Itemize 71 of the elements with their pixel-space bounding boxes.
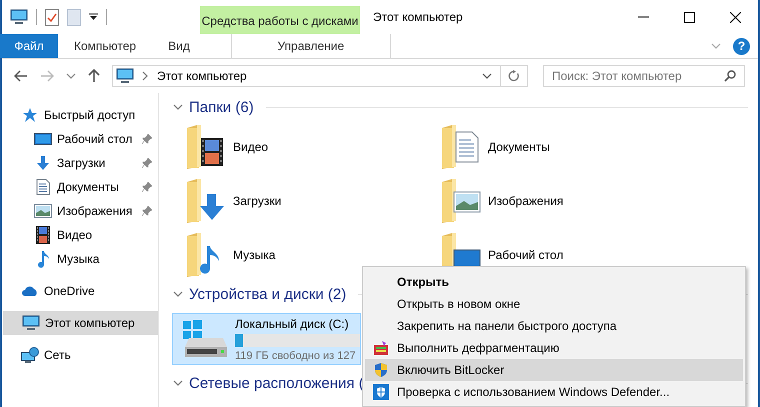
computer-icon xyxy=(22,315,40,331)
folder-item[interactable]: Видео xyxy=(185,120,268,174)
folder-item[interactable]: Изображения xyxy=(440,174,564,228)
star-icon xyxy=(22,107,38,123)
chevron-right-icon[interactable] xyxy=(142,71,149,81)
menu-item[interactable]: Включить BitLocker xyxy=(365,359,743,381)
chevron-down-icon[interactable] xyxy=(173,104,183,111)
search-field[interactable]: Поиск: Этот компьютер xyxy=(543,65,745,87)
maximize-icon xyxy=(684,12,694,22)
cloud-icon xyxy=(21,285,39,297)
folder-item[interactable]: Музыка xyxy=(185,228,276,282)
menu-item[interactable]: Выполнить дефрагментацию xyxy=(365,337,743,359)
chevron-down-icon[interactable] xyxy=(66,72,76,80)
menu-item[interactable]: Открыть в новом окне xyxy=(365,293,743,315)
contextual-tab-group: Средства работы с дисками xyxy=(200,6,360,34)
defrag-icon xyxy=(373,340,389,356)
sidebar-item[interactable]: Документы xyxy=(2,175,158,199)
pin-icon[interactable] xyxy=(142,134,152,144)
window-title: Этот компьютер xyxy=(372,9,464,26)
drive-tile[interactable]: Локальный диск (C:) 119 ГБ свободно из 127 xyxy=(172,313,361,365)
folder-item[interactable]: Документы xyxy=(440,120,550,174)
sidebar-item[interactable]: OneDrive xyxy=(2,279,158,303)
sidebar-item[interactable]: Быстрый доступ xyxy=(2,103,158,127)
pin-icon[interactable] xyxy=(142,158,152,168)
pin-icon[interactable] xyxy=(142,182,152,192)
section-header[interactable]: Папки (6) xyxy=(189,99,254,116)
folder-item[interactable]: Загрузки xyxy=(185,174,282,228)
close-icon xyxy=(730,12,740,22)
down-arrow-icon xyxy=(35,155,51,171)
properties-icon[interactable] xyxy=(45,8,59,26)
refresh-icon[interactable] xyxy=(508,70,520,82)
search-icon[interactable] xyxy=(724,70,736,82)
sidebar-item[interactable]: Сеть xyxy=(2,343,158,367)
desktop-icon xyxy=(34,132,52,146)
ribbon-tab[interactable]: Файл xyxy=(0,34,58,58)
back-icon[interactable] xyxy=(14,70,28,82)
chevron-down-icon[interactable] xyxy=(173,380,183,387)
pin-icon[interactable] xyxy=(142,206,152,216)
up-arrow-icon[interactable] xyxy=(88,69,100,83)
ribbon-tab[interactable]: Управление xyxy=(230,34,391,58)
menu-item[interactable]: Закрепить на панели быстрого доступа xyxy=(365,315,743,337)
sidebar-item[interactable]: Рабочий стол xyxy=(2,127,158,151)
minimize-icon xyxy=(638,16,648,18)
drive-name: Локальный диск (C:) xyxy=(235,316,350,330)
ribbon-tab[interactable]: Вид xyxy=(152,34,206,58)
folder-icon xyxy=(440,178,482,224)
sidebar-item[interactable]: Музыка xyxy=(2,247,158,271)
picture-icon xyxy=(34,204,52,218)
section-header[interactable]: Устройства и диски (2) xyxy=(189,286,346,303)
help-button[interactable]: ? xyxy=(733,38,750,54)
sidebar-item[interactable]: Этот компьютер xyxy=(3,311,158,335)
sidebar-item[interactable]: Изображения xyxy=(2,199,158,223)
shield-icon xyxy=(373,362,389,378)
customize-icon[interactable] xyxy=(89,13,98,21)
network-icon xyxy=(21,347,39,363)
defender-icon xyxy=(373,384,389,400)
free-space: 119 ГБ свободно из 127 xyxy=(235,350,357,362)
folder-icon xyxy=(185,178,227,224)
computer-icon xyxy=(10,9,28,25)
ribbon-tab[interactable]: Компьютер xyxy=(58,34,152,58)
film-icon xyxy=(36,226,50,244)
document-icon xyxy=(36,179,50,195)
sidebar-item[interactable]: Видео xyxy=(2,223,158,247)
chevron-down-icon[interactable] xyxy=(482,72,492,80)
computer-icon xyxy=(116,68,134,84)
drive-icon xyxy=(183,319,227,359)
music-note-icon xyxy=(36,250,50,268)
menu-item[interactable]: Проверка с использованием Windows Defender... xyxy=(365,381,743,403)
menu-item[interactable]: Открыть xyxy=(365,271,743,293)
sidebar-item[interactable]: Загрузки xyxy=(2,151,158,175)
chevron-down-icon[interactable] xyxy=(173,291,183,298)
